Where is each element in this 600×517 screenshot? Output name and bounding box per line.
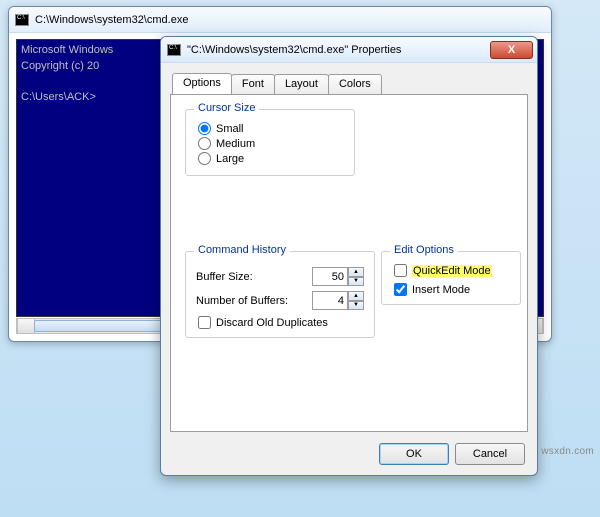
cursor-large-row[interactable]: Large [196, 152, 344, 165]
dialog-button-bar: OK Cancel [379, 443, 525, 465]
properties-dialog: "C:\Windows\system32\cmd.exe" Properties… [160, 36, 538, 476]
cmd-titlebar[interactable]: C:\Windows\system32\cmd.exe [9, 7, 551, 33]
properties-titlebar[interactable]: "C:\Windows\system32\cmd.exe" Properties… [161, 37, 537, 63]
cancel-button[interactable]: Cancel [455, 443, 525, 465]
command-history-legend: Command History [194, 244, 290, 256]
edit-options-group: Edit Options QuickEdit Mode Insert Mode [381, 251, 521, 305]
discard-duplicates-row[interactable]: Discard Old Duplicates [196, 316, 364, 329]
tab-panel-options: Cursor Size Small Medium Large Command H… [170, 94, 528, 432]
cmd-line: Copyright (c) 20 [21, 60, 99, 72]
tab-colors[interactable]: Colors [328, 74, 382, 94]
num-buffers-spinner[interactable]: ▲ ▼ [312, 291, 364, 310]
cursor-medium-label: Medium [216, 138, 255, 150]
num-buffers-down-icon[interactable]: ▼ [348, 301, 364, 311]
quickedit-label: QuickEdit Mode [412, 265, 492, 277]
discard-duplicates-checkbox[interactable] [198, 316, 211, 329]
cursor-large-label: Large [216, 153, 244, 165]
cursor-size-legend: Cursor Size [194, 102, 259, 114]
num-buffers-row: Number of Buffers: ▲ ▼ [196, 291, 364, 310]
cursor-medium-row[interactable]: Medium [196, 137, 344, 150]
buffer-size-spinner[interactable]: ▲ ▼ [312, 267, 364, 286]
quickedit-row[interactable]: QuickEdit Mode [392, 264, 510, 277]
discard-duplicates-label: Discard Old Duplicates [216, 317, 328, 329]
buffer-size-down-icon[interactable]: ▼ [348, 277, 364, 287]
cursor-small-radio[interactable] [198, 122, 211, 135]
buffer-size-input[interactable] [312, 267, 348, 286]
cmd-prompt: C:\Users\ACK> [21, 91, 96, 103]
command-history-group: Command History Buffer Size: ▲ ▼ Number … [185, 251, 375, 338]
cursor-small-row[interactable]: Small [196, 122, 344, 135]
cmd-icon [167, 44, 181, 56]
cmd-title: C:\Windows\system32\cmd.exe [35, 14, 188, 26]
cmd-icon [15, 14, 29, 26]
insert-mode-checkbox[interactable] [394, 283, 407, 296]
close-button[interactable]: X [490, 41, 533, 59]
cmd-line: Microsoft Windows [21, 44, 113, 56]
buffer-size-row: Buffer Size: ▲ ▼ [196, 267, 364, 286]
cursor-medium-radio[interactable] [198, 137, 211, 150]
num-buffers-label: Number of Buffers: [196, 295, 288, 307]
tab-layout[interactable]: Layout [274, 74, 329, 94]
num-buffers-input[interactable] [312, 291, 348, 310]
properties-title: "C:\Windows\system32\cmd.exe" Properties [187, 44, 490, 56]
properties-body: Options Font Layout Colors Cursor Size S… [170, 73, 528, 431]
tab-options[interactable]: Options [172, 73, 232, 94]
tab-font[interactable]: Font [231, 74, 275, 94]
edit-options-legend: Edit Options [390, 244, 458, 256]
buffer-size-label: Buffer Size: [196, 271, 253, 283]
cursor-large-radio[interactable] [198, 152, 211, 165]
watermark: wsxdn.com [541, 446, 594, 457]
cursor-small-label: Small [216, 123, 244, 135]
quickedit-checkbox[interactable] [394, 264, 407, 277]
num-buffers-up-icon[interactable]: ▲ [348, 291, 364, 301]
cursor-size-group: Cursor Size Small Medium Large [185, 109, 355, 176]
insert-mode-row[interactable]: Insert Mode [392, 283, 510, 296]
ok-button[interactable]: OK [379, 443, 449, 465]
tab-row: Options Font Layout Colors [172, 73, 528, 94]
close-icon: X [508, 44, 515, 56]
insert-mode-label: Insert Mode [412, 284, 470, 296]
buffer-size-up-icon[interactable]: ▲ [348, 267, 364, 277]
